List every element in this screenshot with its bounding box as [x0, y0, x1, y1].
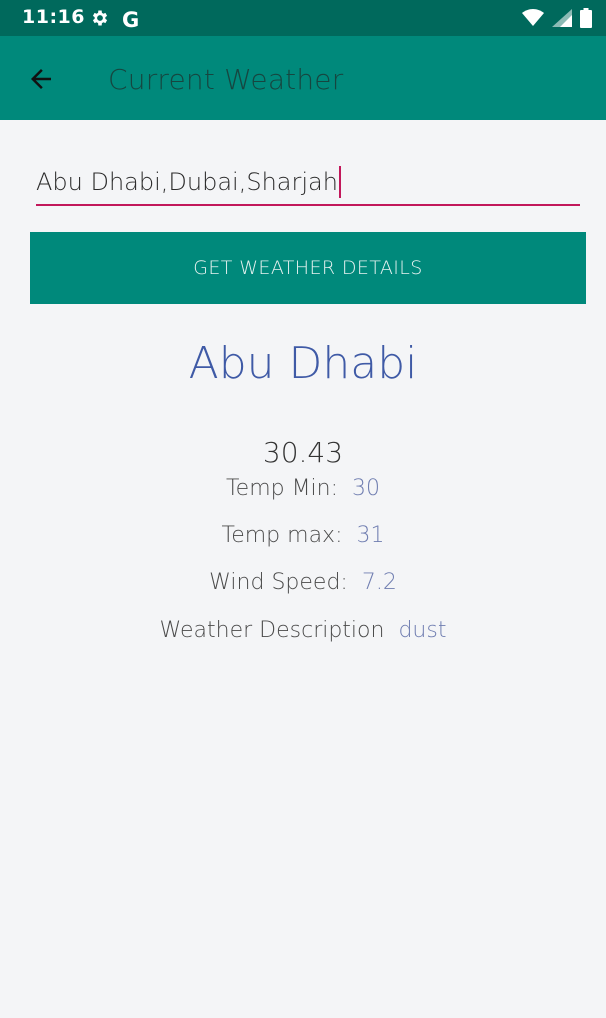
google-g-icon: G [122, 8, 140, 32]
weather-description-value: dust [398, 618, 447, 643]
text-caret [338, 166, 341, 198]
status-bar: 11:16 G [0, 0, 606, 36]
temp-max-label: Temp max: [221, 523, 343, 548]
weather-description-row: Weather Description dust [0, 618, 606, 643]
signal-icon [552, 9, 572, 31]
wind-speed-value: 7.2 [361, 570, 397, 595]
arrow-left-icon[interactable] [26, 64, 56, 94]
city-search-input[interactable]: Abu Dhabi,Dubai,Sharjah [36, 164, 580, 206]
wind-speed-row: Wind Speed: 7.2 [0, 570, 606, 595]
city-search-value: Abu Dhabi,Dubai,Sharjah [36, 168, 338, 196]
battery-icon [580, 8, 592, 32]
temp-max-value: 31 [356, 523, 385, 548]
temp-min-label: Temp Min: [225, 476, 339, 501]
wind-speed-label: Wind Speed: [209, 570, 348, 595]
temp-min-value: 30 [352, 476, 381, 501]
temp-min-row: Temp Min: 30 [0, 476, 606, 501]
wifi-icon [522, 9, 544, 31]
gear-icon [90, 8, 110, 32]
status-time: 11:16 [22, 6, 85, 28]
get-weather-details-button[interactable]: GET WEATHER DETAILS [30, 232, 586, 304]
weather-description-label: Weather Description [159, 618, 385, 643]
current-temperature: 30.43 [262, 436, 344, 469]
result-city-name: Abu Dhabi [188, 338, 418, 389]
app-bar: Current Weather [0, 36, 606, 120]
page-title: Current Weather [108, 63, 344, 96]
temp-max-row: Temp max: 31 [0, 523, 606, 548]
